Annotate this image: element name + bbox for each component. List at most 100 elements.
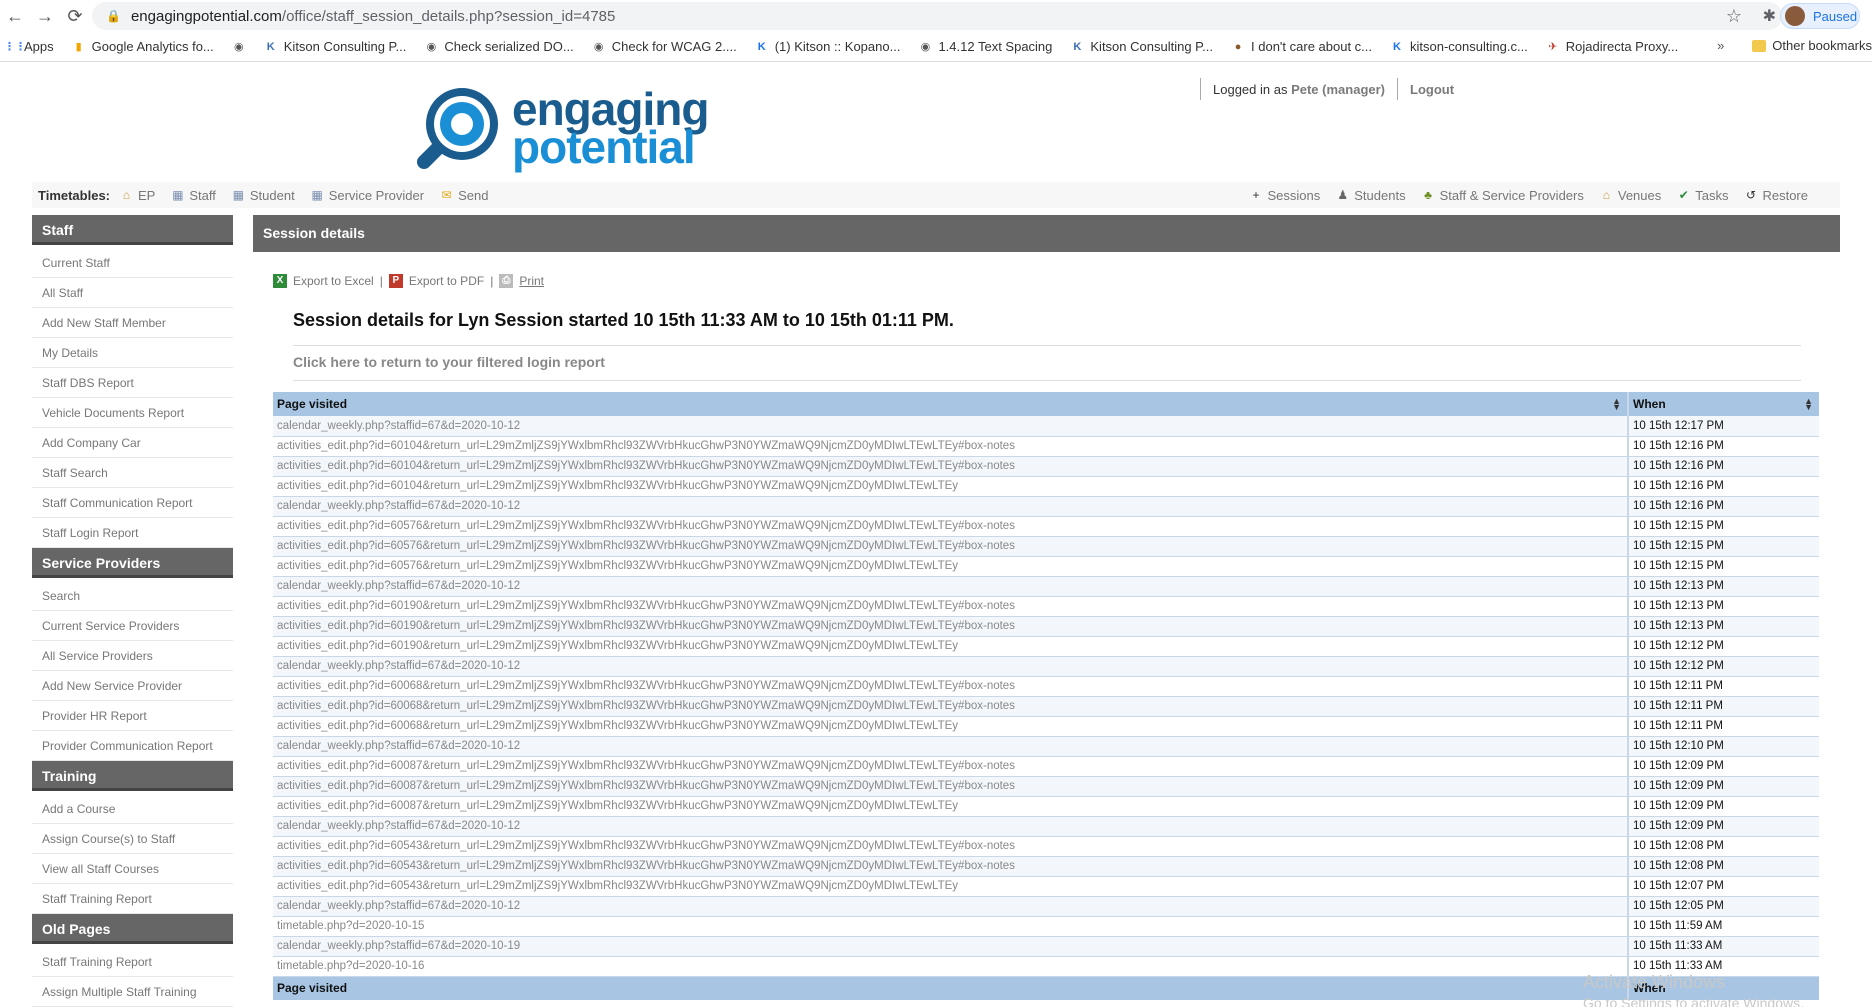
toolbar-item-sessions[interactable]: + Sessions <box>1250 188 1321 203</box>
sidebar-item[interactable]: Assign Course(s) to Staff <box>32 824 233 854</box>
bookmark-item[interactable]: ◉ Check serialized DO... <box>424 39 574 54</box>
section-title: Session details <box>253 215 1840 252</box>
bookmarks-overflow-icon[interactable]: » <box>1717 38 1724 53</box>
page-visited-cell: calendar_weekly.php?staffid=67&d=2020-10… <box>273 416 1628 437</box>
other-bookmarks[interactable]: » Other bookmarks <box>1717 38 1872 53</box>
sidebar-item[interactable]: Vehicle Documents Report <box>32 398 233 428</box>
forward-arrow-icon[interactable]: → <box>30 6 60 27</box>
sidebar-item[interactable]: All Service Providers <box>32 641 233 671</box>
reload-icon[interactable]: ⟳ <box>60 6 90 27</box>
home-icon: ⌂ <box>122 187 131 202</box>
sidebar-item[interactable]: Staff Search <box>32 458 233 488</box>
when-cell: 10 15th 12:15 PM <box>1627 536 1819 557</box>
sidebar-item[interactable]: View all Staff Courses <box>32 854 233 884</box>
table-row: activities_edit.php?id=60190&return_url=… <box>273 596 1819 617</box>
sort-arrows-icon[interactable]: ▲ ▼ <box>1804 397 1813 412</box>
sidebar-item[interactable]: All Staff <box>32 278 233 308</box>
logout-link[interactable]: Logout <box>1410 82 1454 97</box>
sidebar-item[interactable]: Staff Login Report <box>32 518 233 548</box>
calendar-icon: ▦ <box>232 187 245 202</box>
pdf-icon[interactable]: P <box>388 274 403 288</box>
sort-arrows-icon[interactable]: ▲ ▼ <box>1612 397 1621 412</box>
page-visited-cell: activities_edit.php?id=60087&return_url=… <box>273 776 1628 797</box>
sidebar-item[interactable]: Add New Staff Member <box>32 308 233 338</box>
page-visited-cell: activities_edit.php?id=60576&return_url=… <box>273 516 1628 537</box>
timetables-label: Timetables: <box>38 187 111 203</box>
when-cell: 10 15th 12:08 PM <box>1627 836 1819 857</box>
login-info: Logged in as Pete (manager) Logout <box>1200 78 1454 100</box>
bookmark-item[interactable]: ◉ <box>232 40 246 54</box>
sidebar-item[interactable]: Current Service Providers <box>32 611 233 641</box>
export-excel-link[interactable]: Export to Excel <box>293 274 374 288</box>
sidebar-item[interactable]: Add New Service Provider <box>32 671 233 701</box>
sidebar-item[interactable]: Staff DBS Report <box>32 368 233 398</box>
bookmark-item[interactable]: ◉ 1.4.12 Text Spacing <box>918 39 1053 54</box>
kitson-icon: K <box>1073 40 1082 53</box>
bookmark-item[interactable]: ● I don't care about c... <box>1231 39 1372 54</box>
sidebar-item[interactable]: My Details <box>32 338 233 368</box>
toolbar-item-label: Students <box>1354 187 1406 203</box>
kitson-icon: K <box>266 40 275 53</box>
col-when[interactable]: When ▲ ▼ <box>1627 392 1819 416</box>
page-visited-cell: calendar_weekly.php?staffid=67&d=2020-10… <box>273 496 1628 517</box>
sidebar-item[interactable]: Staff Communication Report <box>32 488 233 518</box>
toolbar-item-restore[interactable]: ↺ Restore <box>1744 188 1808 203</box>
bookmark-item[interactable]: K (1) Kitson :: Kopano... <box>755 39 901 54</box>
address-bar[interactable]: 🔒 engagingpotential.com/office/staff_ses… <box>92 2 1782 30</box>
calendar-icon: ▦ <box>172 187 184 202</box>
toolbar-item-staff[interactable]: ▦ Staff <box>171 188 216 203</box>
table-row: activities_edit.php?id=60068&return_url=… <box>273 696 1819 717</box>
page-visited-cell: activities_edit.php?id=60543&return_url=… <box>273 856 1628 877</box>
back-arrow-icon[interactable]: ← <box>0 6 30 27</box>
when-cell: 10 15th 12:11 PM <box>1627 676 1819 697</box>
sidebar-item[interactable]: Current Staff <box>32 248 233 278</box>
toolbar-item-tasks[interactable]: ✔ Tasks <box>1677 188 1729 203</box>
export-pdf-link[interactable]: Export to PDF <box>409 274 484 288</box>
col-page-visited[interactable]: Page visited ▲ ▼ <box>273 392 1628 416</box>
sidebar-item[interactable]: Provider Communication Report <box>32 731 233 761</box>
toolbar-item-send[interactable]: ✉ Send <box>440 188 489 203</box>
calendar-icon: ▦ <box>311 187 323 202</box>
profile-button[interactable]: Paused <box>1780 3 1860 29</box>
bookmark-item[interactable]: K Kitson Consulting P... <box>264 39 407 54</box>
apps-grid-icon: ⋮⋮ <box>4 40 26 53</box>
toolbar-item-service-provider[interactable]: ▦ Service Provider <box>311 187 425 203</box>
return-link[interactable]: Click here to return to your filtered lo… <box>293 354 1840 370</box>
sidebar-item[interactable]: Assign Multiple Staff Training <box>32 977 233 1007</box>
toolbar-item-students[interactable]: ♟ Students <box>1336 188 1405 203</box>
extensions-puzzle-icon[interactable]: ✱ <box>1763 6 1776 26</box>
sidebar-item[interactable]: Add a Course <box>32 794 233 824</box>
bookmark-item[interactable]: Kkitson-consulting.c... <box>1390 39 1528 54</box>
bookmark-label: Google Analytics fo... <box>91 39 214 54</box>
session-pages-table: Page visited ▲ ▼ When ▲ ▼ calendar_weekly.ph… <box>273 392 1819 1000</box>
print-link[interactable]: Print <box>519 274 544 288</box>
bookmark-star-icon[interactable]: ☆ <box>1726 6 1742 27</box>
toolbar-item-student[interactable]: ▦ Student <box>232 188 295 203</box>
page-visited-cell: timetable.php?d=2020-10-15 <box>273 916 1628 937</box>
engaging-potential-logo[interactable]: engaging potential <box>412 82 709 174</box>
divider <box>293 380 1801 381</box>
excel-icon[interactable]: X <box>273 274 287 288</box>
bookmark-item[interactable]: K Kitson Consulting P... <box>1070 39 1213 54</box>
logged-in-label: Logged in as <box>1213 81 1288 97</box>
sidebar-item[interactable]: Staff Training Report <box>32 884 233 914</box>
sidebar-item[interactable]: Provider HR Report <box>32 701 233 731</box>
when-cell: 10 15th 12:08 PM <box>1627 856 1819 877</box>
toolbar-item-staff-service-providers[interactable]: ♣ Staff & Service Providers <box>1422 188 1584 203</box>
bookmark-item[interactable]: ⋮⋮ Apps <box>4 39 54 54</box>
sidebar-item[interactable]: Search <box>32 581 233 611</box>
toolbar-item-ep[interactable]: ⌂ EP <box>120 188 155 203</box>
sidebar-item[interactable]: Add Company Car <box>32 428 233 458</box>
page-visited-cell: activities_edit.php?id=60087&return_url=… <box>273 756 1628 777</box>
bookmark-item[interactable]: ✈ Rojadirecta Proxy... <box>1546 39 1678 54</box>
bookmark-item[interactable]: ◉ Check for WCAG 2.... <box>592 39 737 54</box>
page-visited-cell: activities_edit.php?id=60104&return_url=… <box>273 476 1628 497</box>
toolbar-item-label: Restore <box>1762 187 1808 203</box>
toolbar-item-venues[interactable]: ⌂ Venues <box>1600 188 1662 203</box>
sidebar-item[interactable]: Staff Training Report <box>32 947 233 977</box>
page-visited-cell: activities_edit.php?id=60104&return_url=… <box>273 436 1628 457</box>
printer-icon[interactable]: ⎙ <box>499 274 514 288</box>
staff-group-icon: ♣ <box>1424 187 1433 202</box>
when-cell: 10 15th 12:13 PM <box>1627 616 1819 637</box>
bookmark-item[interactable]: ▮ Google Analytics fo... <box>72 39 214 54</box>
